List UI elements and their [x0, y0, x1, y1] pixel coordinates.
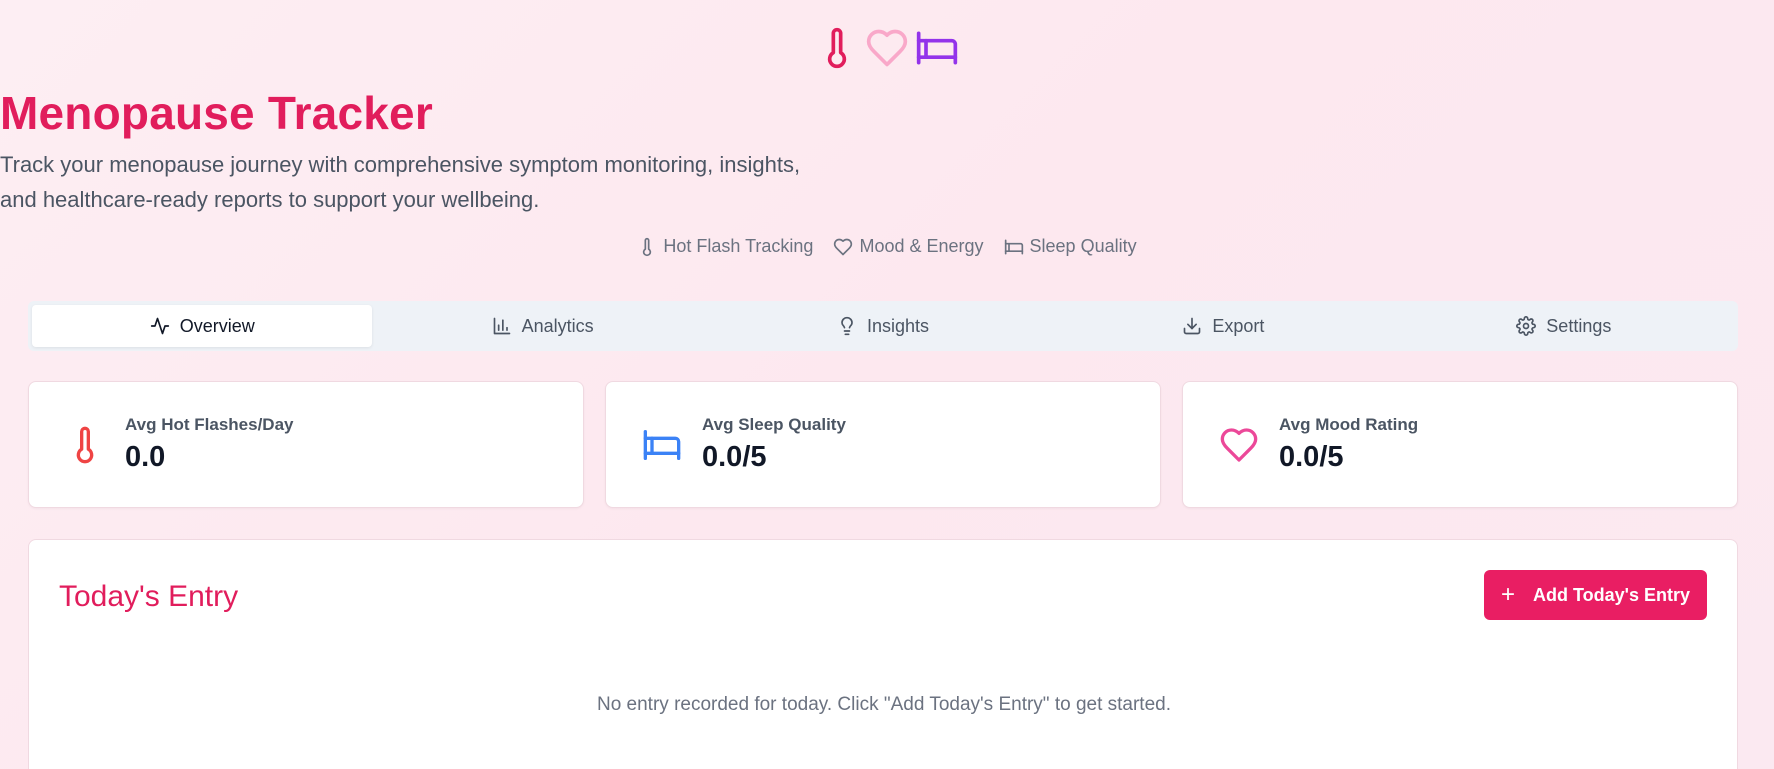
- bed-icon: [1004, 239, 1023, 254]
- tab-analytics[interactable]: Analytics: [372, 305, 712, 347]
- tab-settings[interactable]: Settings: [1394, 305, 1734, 347]
- tab-label: Analytics: [521, 315, 594, 336]
- empty-state-message: No entry recorded for today. Click "Add …: [596, 694, 1172, 715]
- stat-value: 0.0: [125, 441, 166, 473]
- activity-icon: [150, 317, 169, 335]
- page-title: Menopause Tracker: [0, 87, 433, 139]
- download-icon: [1184, 317, 1201, 335]
- gear-icon: [1516, 316, 1537, 336]
- bed-icon: [643, 429, 681, 460]
- bar-chart-icon: [493, 317, 510, 335]
- stat-label: Avg Hot Flashes/Day: [125, 415, 294, 434]
- thermometer-icon: [643, 237, 652, 256]
- feature-tag-label: Mood & Energy: [859, 236, 984, 256]
- heart-icon: [866, 29, 908, 67]
- main-tabs: Overview Analytics Insights Export Setti…: [28, 301, 1738, 351]
- tab-label: Export: [1212, 315, 1265, 336]
- tab-overview[interactable]: Overview: [32, 305, 373, 347]
- stats-row: Avg Hot Flashes/Day 0.0 Avg Sleep Qualit…: [28, 381, 1738, 508]
- stat-text: Avg Mood Rating 0.0/5: [1279, 415, 1418, 474]
- add-todays-entry-button[interactable]: + Add Today's Entry: [1484, 570, 1707, 620]
- feature-tags: Hot Flash Tracking Mood & Energy Sleep Q…: [0, 236, 1774, 257]
- stat-value: 0.0/5: [1279, 441, 1344, 473]
- heart-icon: [1220, 427, 1258, 462]
- stat-text: Avg Sleep Quality 0.0/5: [702, 415, 846, 474]
- lightbulb-icon: [841, 316, 853, 336]
- bed-icon: [916, 31, 958, 65]
- page-subtitle: Track your menopause journey with compre…: [0, 147, 1774, 217]
- feature-tag-sleep: Sleep Quality: [1004, 236, 1137, 257]
- thermometer-icon: [827, 27, 847, 69]
- stat-text: Avg Hot Flashes/Day 0.0: [125, 415, 293, 474]
- add-button-label: Add Today's Entry: [1533, 584, 1690, 605]
- stat-card-sleep-quality: Avg Sleep Quality 0.0/5: [605, 381, 1161, 508]
- plus-icon: +: [1501, 581, 1516, 608]
- feature-tag-mood: Mood & Energy: [833, 236, 984, 257]
- subtitle-line-1: Track your menopause journey with compre…: [0, 152, 801, 177]
- stat-card-hot-flashes: Avg Hot Flashes/Day 0.0: [28, 381, 584, 508]
- feature-tag-hot-flash: Hot Flash Tracking: [637, 236, 813, 257]
- tab-label: Overview: [179, 315, 255, 336]
- stat-label: Avg Sleep Quality: [702, 415, 846, 434]
- tab-label: Settings: [1546, 315, 1612, 336]
- feature-tag-label: Sleep Quality: [1029, 236, 1137, 256]
- feature-tag-label: Hot Flash Tracking: [663, 236, 814, 256]
- subtitle-line-2: and healthcare-ready reports to support …: [0, 187, 540, 212]
- stat-label: Avg Mood Rating: [1279, 415, 1419, 434]
- thermometer-icon: [76, 426, 94, 463]
- stat-value: 0.0/5: [702, 441, 767, 473]
- tab-insights[interactable]: Insights: [713, 305, 1053, 347]
- todays-entry-card: Today's Entry + Add Today's Entry No ent…: [28, 539, 1738, 769]
- tab-label: Insights: [866, 315, 930, 336]
- hero-icons: [0, 26, 1774, 70]
- entry-title: Today's Entry: [59, 580, 239, 613]
- tab-export[interactable]: Export: [1053, 305, 1393, 347]
- stat-card-mood-rating: Avg Mood Rating 0.0/5: [1182, 381, 1738, 508]
- heart-icon: [834, 238, 853, 255]
- app-page: Menopause Tracker Track your menopause j…: [0, 0, 1774, 769]
